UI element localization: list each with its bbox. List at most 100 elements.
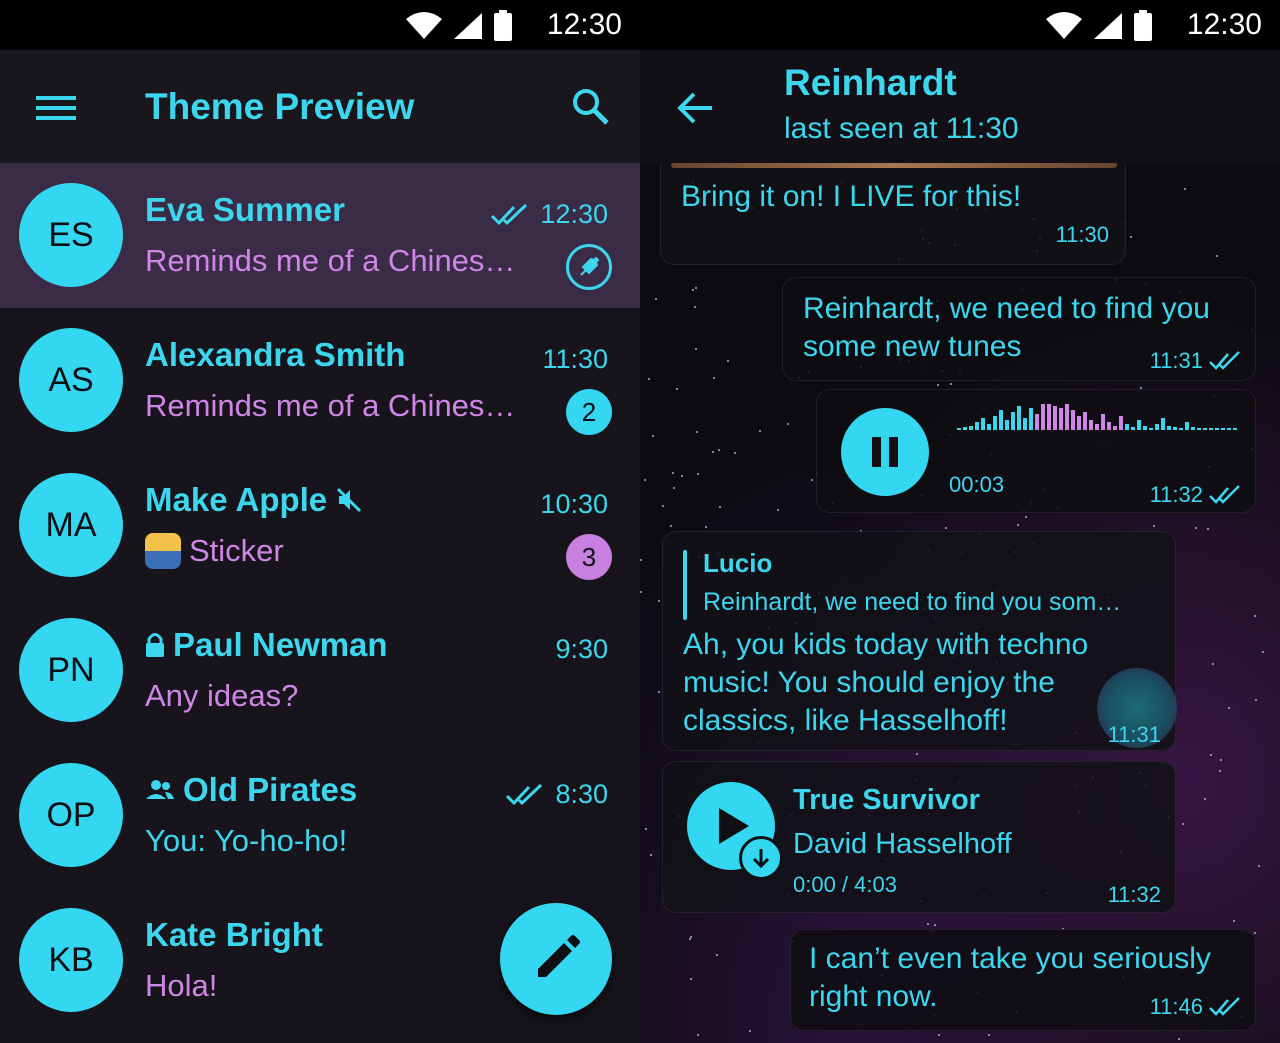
double-check-icon xyxy=(1209,351,1240,370)
message-time: 11:32 xyxy=(1150,482,1241,508)
voice-waveform[interactable] xyxy=(957,400,1237,430)
background-star xyxy=(650,854,652,856)
reply-snippet[interactable]: Reinhardt, we need to find you som… xyxy=(703,588,1121,617)
chat-row-alexandra-smith[interactable]: AS Alexandra Smith 11:30 Reminds me of a… xyxy=(0,308,640,453)
message-time: 11:30 xyxy=(1055,222,1109,247)
chat-time: 11:30 xyxy=(542,344,608,375)
background-star xyxy=(1258,865,1260,867)
search-icon[interactable] xyxy=(570,86,610,126)
double-check-icon xyxy=(1209,485,1240,504)
chat-preview: You: Yo-ho-ho! xyxy=(145,823,348,858)
battery-icon xyxy=(494,10,512,41)
background-star xyxy=(692,289,694,291)
background-star xyxy=(695,287,697,289)
pause-button[interactable] xyxy=(841,408,929,496)
message-bubble-outgoing[interactable]: I can’t even take you seriously right no… xyxy=(790,929,1256,1031)
voice-duration: 00:03 xyxy=(949,472,1005,497)
background-star xyxy=(694,306,696,308)
wifi-icon xyxy=(1046,12,1082,39)
message-text-line: right now. xyxy=(809,980,938,1013)
waveform-bar xyxy=(1221,428,1225,430)
message-bubble-outgoing[interactable]: Reinhardt, we need to find you some new … xyxy=(782,277,1256,381)
app-bar: Theme Preview xyxy=(0,50,640,163)
chat-name: Alexandra Smith xyxy=(145,336,405,374)
background-star xyxy=(934,924,936,926)
background-star xyxy=(705,526,707,528)
group-icon xyxy=(146,780,174,799)
waveform-bar xyxy=(1179,428,1183,430)
conversation-screen: 12:30 Reinhardt last seen at 11:30 Bring… xyxy=(640,0,1280,1043)
chat-row-eva-summer[interactable]: ES Eva Summer 12:30 Reminds me of a Chin… xyxy=(0,163,640,308)
background-star xyxy=(1025,516,1027,518)
background-star xyxy=(759,430,761,432)
background-star xyxy=(1254,615,1256,617)
chat-name-text: Alexandra Smith xyxy=(145,336,406,373)
message-text-line: I can’t even take you seriously xyxy=(809,942,1211,975)
avatar: ES xyxy=(19,183,123,287)
background-star xyxy=(1130,236,1132,238)
compose-button[interactable] xyxy=(500,903,612,1015)
lock-icon xyxy=(146,633,164,657)
signal-icon xyxy=(454,13,482,39)
background-star xyxy=(937,384,939,386)
background-star xyxy=(1182,823,1184,825)
background-star xyxy=(787,423,789,425)
background-star xyxy=(1178,1038,1180,1040)
background-star xyxy=(945,527,947,529)
waveform-bar xyxy=(1125,424,1129,430)
unread-badge: 3 xyxy=(566,534,612,580)
back-arrow-icon[interactable] xyxy=(676,88,716,128)
background-star xyxy=(697,1034,699,1036)
background-star xyxy=(1212,663,1214,665)
waveform-bar xyxy=(1173,427,1177,430)
chat-row-paul-newman[interactable]: PN Paul Newman 9:30 Any ideas? xyxy=(0,598,640,743)
waveform-bar xyxy=(1191,427,1195,430)
message-bubble-incoming[interactable]: Bring it on! I LIVE for this! 11:30 xyxy=(660,163,1126,265)
chat-time-text: 9:30 xyxy=(555,634,608,664)
download-button[interactable] xyxy=(739,836,783,880)
waveform-bar xyxy=(1011,412,1015,430)
hamburger-menu-icon[interactable] xyxy=(36,94,76,122)
pause-icon xyxy=(872,437,898,467)
music-message-bubble[interactable]: True Survivor David Hasselhoff 0:00 / 4:… xyxy=(662,761,1176,913)
avatar: AS xyxy=(19,328,123,432)
background-star xyxy=(777,509,779,511)
waveform-bar xyxy=(1149,428,1153,430)
background-star xyxy=(1207,528,1209,530)
message-text-line: some new tunes xyxy=(803,330,1022,363)
background-star xyxy=(696,431,698,433)
background-star xyxy=(648,378,650,380)
chat-row-old-pirates[interactable]: OP Old Pirates 8:30 You: Yo-ho-ho! xyxy=(0,743,640,888)
reply-author[interactable]: Lucio xyxy=(703,548,772,579)
chat-name: Paul Newman xyxy=(145,626,388,664)
status-bar: 12:30 xyxy=(640,0,1280,50)
background-star xyxy=(681,475,683,477)
chat-time: 9:30 xyxy=(555,634,608,665)
waveform-bar xyxy=(1047,404,1051,430)
message-area[interactable]: Bring it on! I LIVE for this! 11:30 Rein… xyxy=(640,163,1280,1043)
chat-preview-text: Sticker xyxy=(189,533,284,568)
background-star xyxy=(727,360,729,362)
signal-icon xyxy=(1094,13,1122,39)
chat-preview: Reminds me of a Chines… xyxy=(145,243,516,278)
message-text: Bring it on! I LIVE for this! xyxy=(681,180,1022,213)
background-star xyxy=(1254,932,1256,934)
background-star xyxy=(640,591,642,593)
page-title: Theme Preview xyxy=(145,86,415,127)
chat-name-text: Paul Newman xyxy=(173,626,388,663)
chat-row-make-apple[interactable]: MA Make Apple 10:30 Sticker 3 xyxy=(0,453,640,598)
wifi-icon xyxy=(406,12,442,39)
track-duration: 0:00 / 4:03 xyxy=(793,872,897,897)
background-star xyxy=(1219,770,1221,772)
waveform-bar xyxy=(1113,426,1117,430)
waveform-bar xyxy=(1041,404,1045,430)
background-star xyxy=(645,828,647,830)
waveform-bar xyxy=(1071,410,1075,430)
chat-preview: Hola! xyxy=(145,968,218,1003)
message-time: 11:32 xyxy=(1107,882,1161,907)
message-time: 11:46 xyxy=(1150,994,1241,1020)
voice-message-bubble[interactable]: 00:03 11:32 xyxy=(816,389,1256,513)
track-artist: David Hasselhoff xyxy=(793,828,1012,860)
message-bubble-incoming-reply[interactable]: Lucio Reinhardt, we need to find you som… xyxy=(662,531,1177,751)
contact-name[interactable]: Reinhardt xyxy=(784,62,957,104)
